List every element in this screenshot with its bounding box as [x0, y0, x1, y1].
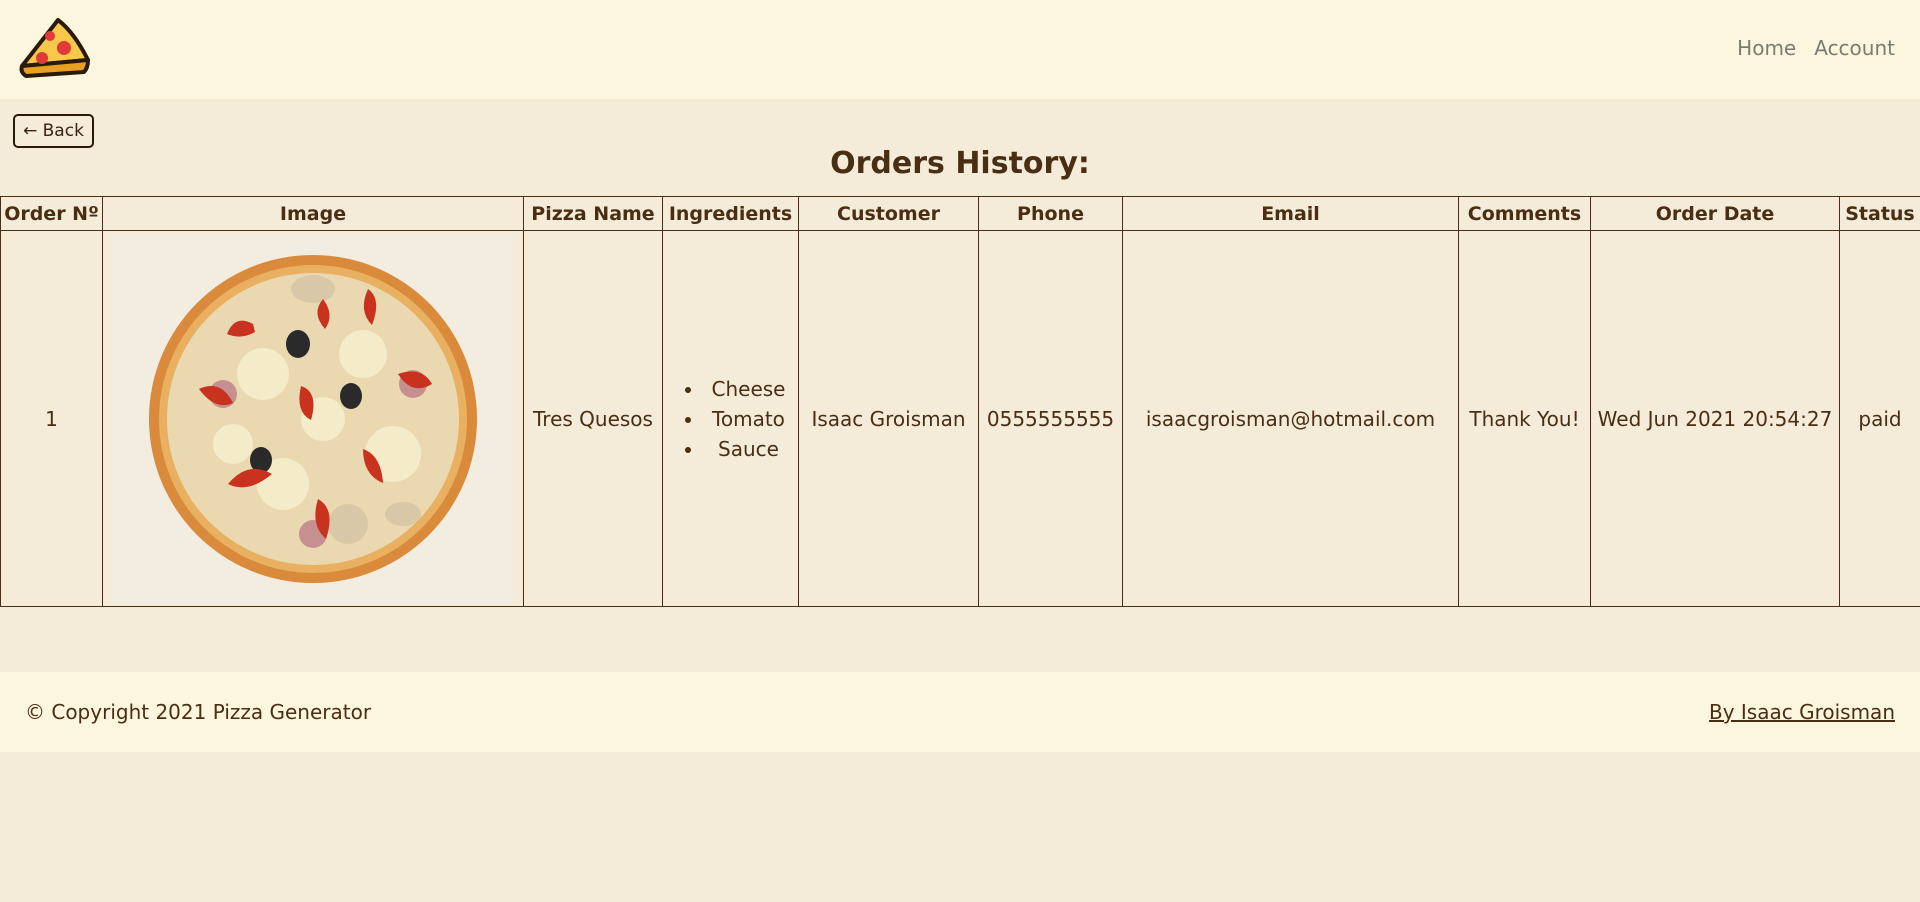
- copyright-text: © Copyright 2021 Pizza Generator: [25, 700, 372, 724]
- back-button[interactable]: ← Back: [13, 114, 94, 148]
- cell-order-no: 1: [0, 230, 103, 607]
- cell-image: [102, 230, 524, 607]
- cell-phone: 0555555555: [978, 230, 1123, 607]
- header-order-no: Order Nº: [0, 196, 103, 231]
- page-title: Orders History:: [830, 146, 1090, 181]
- table-row: 1 Tres Quesos • Cheese • Tomato • Sauce …: [0, 230, 1920, 607]
- header-image: Image: [102, 196, 524, 231]
- cell-status: paid: [1839, 230, 1920, 607]
- cell-ingredients: Cheese Tomato Sauce: [662, 230, 799, 607]
- cell-customer: Isaac Groisman: [798, 230, 979, 607]
- header-order-date: Order Date: [1590, 196, 1840, 231]
- header-pizza-name: Pizza Name: [523, 196, 663, 231]
- nav-home-link[interactable]: Home: [1737, 36, 1796, 60]
- cell-email: isaacgroisman@hotmail.com: [1122, 230, 1459, 607]
- author-link[interactable]: By Isaac Groisman: [1709, 700, 1895, 724]
- orders-table: Order Nº Image Pizza Name Ingredients Cu…: [0, 196, 1920, 607]
- navbar: Home Account: [0, 0, 1920, 99]
- ingredient-item: Sauce: [704, 434, 786, 464]
- footer: © Copyright 2021 Pizza Generator By Isaa…: [0, 672, 1920, 752]
- cell-pizza-name: Tres Quesos: [523, 230, 663, 607]
- nav-account-link[interactable]: Account: [1814, 36, 1895, 60]
- table-header-row: Order Nº Image Pizza Name Ingredients Cu…: [0, 196, 1920, 231]
- ingredient-item: Tomato: [704, 404, 786, 434]
- header-email: Email: [1122, 196, 1459, 231]
- nav-links: Home Account: [1737, 36, 1895, 60]
- ingredients-list: Cheese Tomato Sauce: [676, 374, 786, 464]
- pizza-logo-icon[interactable]: [14, 14, 90, 84]
- ingredient-item: Cheese: [704, 374, 786, 404]
- header-status: Status: [1839, 196, 1920, 231]
- pizza-image: [113, 233, 513, 604]
- header-phone: Phone: [978, 196, 1123, 231]
- header-comments: Comments: [1458, 196, 1591, 231]
- cell-order-date: Wed Jun 2021 20:54:27: [1590, 230, 1840, 607]
- cell-comments: Thank You!: [1458, 230, 1591, 607]
- header-ingredients: Ingredients: [662, 196, 799, 231]
- header-customer: Customer: [798, 196, 979, 231]
